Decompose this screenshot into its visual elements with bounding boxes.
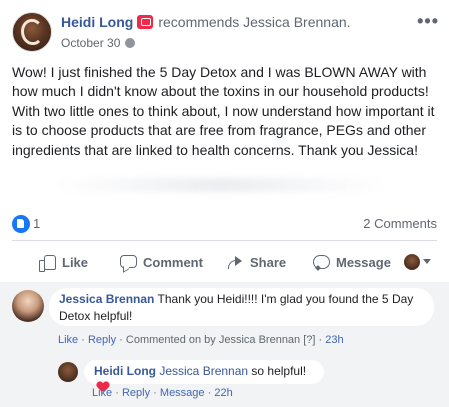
comment-reply-link[interactable]: Reply — [88, 334, 116, 346]
author-avatar[interactable] — [12, 12, 52, 52]
reply-bubble: Heidi Long Jessica Brennan so helpful! — [84, 360, 324, 384]
like-button-label: Like — [62, 254, 89, 270]
comment-button-label: Comment — [143, 254, 203, 270]
chevron-down-icon[interactable] — [423, 259, 431, 264]
feed-post: Heidi Long recommends Jessica Brennan. Oc… — [0, 0, 449, 407]
reply-reply-link[interactable]: Reply — [122, 387, 150, 399]
commented-on-by-text: Commented on by Jessica Brennan — [125, 334, 301, 346]
like-reaction-icon[interactable] — [12, 215, 30, 233]
post-timestamp-link[interactable]: October 30 — [61, 36, 120, 50]
share-button-label: Share — [250, 254, 287, 270]
share-icon — [226, 253, 244, 271]
post-body: Wow! I just finished the 5 Day Detox and… — [12, 64, 435, 158]
thumbs-up-icon — [38, 253, 56, 272]
mention-link[interactable]: Jessica Brennan — [159, 364, 248, 378]
separator: · — [115, 387, 119, 399]
recommendation-badge-icon — [137, 15, 154, 29]
comment-time-link[interactable]: 23h — [325, 334, 343, 346]
message-button-label: Message — [336, 254, 391, 270]
post-date: October 30 — [61, 36, 136, 50]
post-header: Heidi Long recommends Jessica Brennan. — [61, 14, 351, 30]
recommended-page-link[interactable]: Jessica Brennan. — [243, 14, 350, 30]
more-options-icon[interactable]: ••• — [417, 11, 439, 32]
comment-author-link[interactable]: Jessica Brennan — [59, 292, 154, 306]
comment-like-link[interactable]: Like — [58, 334, 78, 346]
comment-bubble: Jessica Brennan Thank you Heidi!!!! I'm … — [49, 288, 434, 326]
separator: · — [81, 334, 85, 346]
separator: · — [318, 334, 323, 346]
reply-time-link[interactable]: 22h — [214, 387, 232, 399]
reply-meta: Like · Reply · Message · 22h — [92, 387, 233, 399]
author-name-link[interactable]: Heidi Long — [61, 14, 133, 30]
separator: · — [207, 387, 212, 399]
globe-icon — [125, 38, 136, 48]
avatar-swirl — [21, 19, 43, 45]
comment-button[interactable]: Comment — [119, 252, 203, 272]
divider — [12, 240, 437, 241]
message-button[interactable]: Message — [312, 252, 391, 272]
help-marker[interactable]: [?] — [303, 334, 315, 346]
reply-author-avatar[interactable] — [58, 362, 78, 382]
messenger-icon — [312, 253, 330, 271]
comment-icon — [119, 253, 137, 271]
separator: · — [119, 334, 123, 346]
separator: · — [153, 387, 157, 399]
comment-meta: Like · Reply · Commented on by Jessica B… — [58, 334, 344, 346]
reply-message-link[interactable]: Message — [160, 387, 205, 399]
comments-count-link[interactable]: 2 Comments — [363, 216, 437, 231]
like-button[interactable]: Like — [38, 252, 88, 272]
like-count[interactable]: 1 — [33, 216, 40, 231]
post-as-avatar[interactable] — [404, 254, 420, 270]
recommends-text: recommends — [158, 14, 240, 30]
reply-author-link[interactable]: Heidi Long — [94, 364, 156, 378]
reply-text: so helpful! — [251, 364, 307, 378]
share-button[interactable]: Share — [226, 252, 286, 272]
reply-like-link[interactable]: Like — [92, 387, 112, 399]
commenter-avatar[interactable] — [12, 290, 44, 322]
blurred-content — [56, 178, 386, 192]
